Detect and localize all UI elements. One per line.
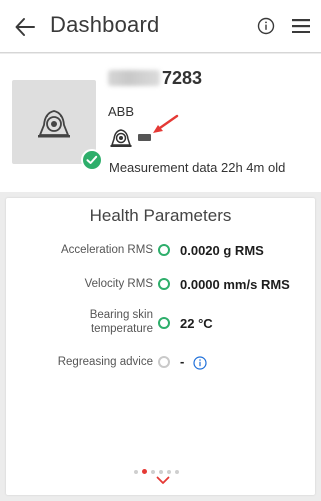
health-parameters-title: Health Parameters bbox=[89, 206, 232, 225]
device-serial: 7283 bbox=[162, 68, 203, 88]
param-value-regreasing: - bbox=[180, 354, 185, 369]
param-value-velocity: 0.0000 mm/s RMS bbox=[180, 277, 290, 292]
info-icon[interactable] bbox=[257, 17, 275, 35]
param-label-acceleration: Acceleration RMS bbox=[60, 244, 153, 256]
battery-icon bbox=[138, 134, 151, 141]
status-ok-badge bbox=[81, 149, 103, 171]
red-arrow-icon bbox=[153, 114, 179, 133]
check-icon bbox=[86, 155, 98, 164]
device-card[interactable]: 7283 ABB Measurement data 22h 4m old bbox=[0, 54, 321, 192]
page-title: Dashboard bbox=[50, 12, 160, 37]
health-parameters-card[interactable]: Health Parameters Acceleration RMS 0.002… bbox=[6, 198, 315, 495]
menu-icon[interactable] bbox=[292, 19, 310, 33]
page-dot[interactable] bbox=[159, 470, 163, 474]
param-label-temperature: Bearing skin temperature bbox=[89, 309, 153, 335]
param-label-regreasing: Regreasing advice bbox=[57, 356, 153, 368]
param-value-acceleration: 0.0020 g RMS bbox=[180, 243, 264, 258]
sensor-motor-icon bbox=[110, 129, 132, 147]
param-value-temperature: 22 °C bbox=[180, 316, 213, 331]
page-dot[interactable] bbox=[175, 470, 179, 474]
param-label-velocity: Velocity RMS bbox=[84, 278, 153, 290]
status-ring-icon bbox=[158, 356, 170, 368]
device-name-redacted bbox=[108, 70, 160, 86]
app-bar: Dashboard bbox=[0, 0, 321, 53]
device-manufacturer: ABB bbox=[108, 104, 135, 119]
back-arrow-icon[interactable] bbox=[14, 16, 36, 38]
chevron-down-icon[interactable] bbox=[156, 476, 170, 485]
info-icon[interactable] bbox=[193, 356, 207, 370]
status-ring-icon bbox=[158, 317, 170, 329]
status-ring-icon bbox=[158, 278, 170, 290]
motor-icon bbox=[38, 110, 70, 138]
status-ring-icon bbox=[158, 244, 170, 256]
page-dot-active[interactable] bbox=[142, 469, 147, 474]
page-dot[interactable] bbox=[151, 470, 155, 474]
measurement-age: Measurement data 22h 4m old bbox=[109, 160, 286, 175]
page-dot[interactable] bbox=[167, 470, 171, 474]
page-dot[interactable] bbox=[134, 470, 138, 474]
